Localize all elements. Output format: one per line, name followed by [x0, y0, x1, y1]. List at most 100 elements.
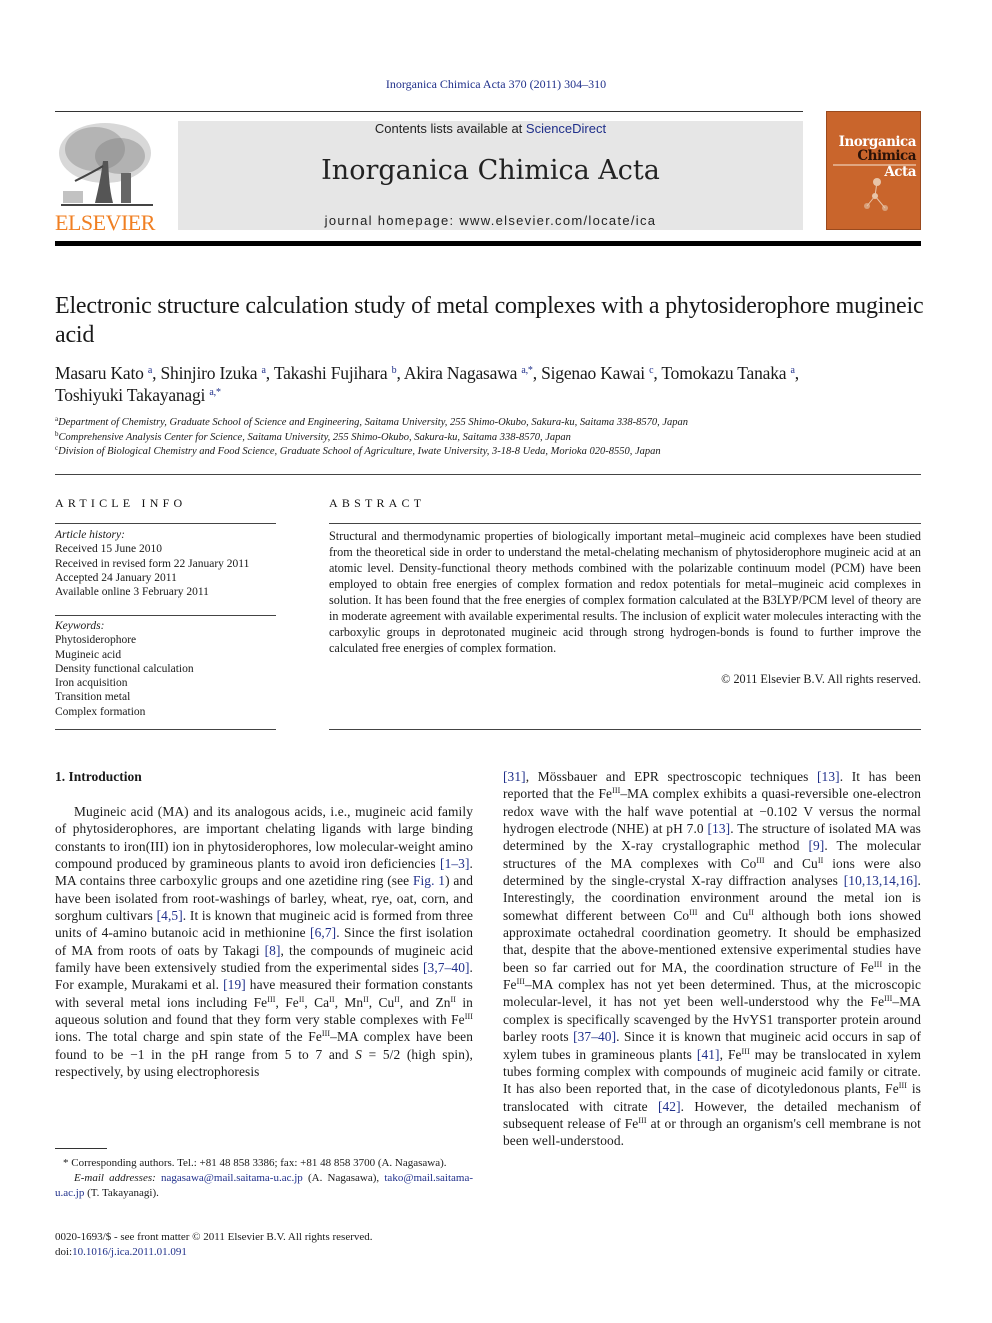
footnotes: * Corresponding authors. Tel.: +81 48 85… [55, 1156, 473, 1201]
oxidation-state-superscript: II [394, 994, 400, 1004]
reference-link[interactable]: [42] [658, 1099, 681, 1114]
keywords-label: Keywords: [55, 620, 105, 632]
italic-symbol: S [355, 1046, 362, 1062]
header-rule [55, 111, 803, 112]
doi-line: doi:10.1016/j.ica.2011.01.091 [55, 1246, 187, 1258]
journal-banner: Contents lists available at ScienceDirec… [178, 121, 803, 230]
journal-homepage[interactable]: journal homepage: www.elsevier.com/locat… [178, 213, 803, 228]
reference-link[interactable]: [8] [265, 943, 281, 958]
author[interactable]: Akira Nagasawa a,* [404, 363, 533, 383]
reference-link[interactable]: [13] [817, 769, 840, 784]
cover-subtitle-bar [833, 164, 916, 166]
keyword: Density functional calculation [55, 662, 194, 675]
keyword: Transition metal [55, 691, 131, 704]
oxidation-state-superscript: II [298, 994, 305, 1004]
oxidation-state-superscript: II [748, 907, 754, 917]
reference-link[interactable]: [37–40] [573, 1029, 616, 1044]
affiliations: aDepartment of Chemistry, Graduate Schoo… [55, 416, 935, 460]
body-column-left: Mugineic acid (MA) and its analogous aci… [55, 803, 473, 1081]
journal-name: Inorganica Chimica Acta [321, 155, 660, 186]
author[interactable]: Shinjiro Izuka a [160, 363, 265, 383]
oxidation-state-superscript: III [321, 1029, 331, 1039]
history-item: Accepted 24 January 2011 [55, 571, 177, 584]
author[interactable]: Tomokazu Tanaka a [661, 363, 795, 383]
reference-link[interactable]: [19] [223, 977, 246, 992]
history-item: Received 15 June 2010 [55, 543, 162, 556]
oxidation-state-superscript: III [464, 1012, 473, 1022]
front-matter: 0020-1693/$ - see front matter © 2011 El… [55, 1230, 473, 1260]
oxidation-state-superscript: III [756, 855, 765, 865]
journal-cover-image: Inorganica Chimica Acta [826, 111, 921, 230]
header-thick-rule [55, 241, 921, 246]
divider [55, 729, 276, 730]
author[interactable]: Masaru Kato a [55, 363, 152, 383]
author-list: Masaru Kato a, Shinjiro Izuka a, Takashi… [55, 363, 799, 405]
keyword: Mugineic acid [55, 648, 122, 661]
author[interactable]: Takashi Fujihara b [274, 363, 397, 383]
oxidation-state-superscript: III [638, 1115, 647, 1125]
article-title: Electronic structure calculation study o… [55, 293, 924, 348]
issn-line: 0020-1693/$ - see front matter © 2011 El… [55, 1231, 373, 1243]
author[interactable]: Sigenao Kawai c [541, 363, 653, 383]
oxidation-state-superscript: III [267, 994, 276, 1004]
intro-paragraph: Mugineic acid (MA) and its analogous aci… [55, 804, 473, 1080]
oxidation-state-superscript: III [612, 786, 621, 796]
divider [329, 729, 921, 730]
article-history: Article history: Received 15 June 2010 R… [55, 528, 280, 599]
footnote-rule [55, 1148, 107, 1149]
author[interactable]: Toshiyuki Takayanagi a,* [55, 385, 221, 405]
affiliation: bComprehensive Analysis Center for Scien… [55, 429, 571, 443]
doi-link[interactable]: 10.1016/j.ica.2011.01.091 [72, 1246, 187, 1258]
oxidation-state-superscript: II [329, 994, 335, 1004]
reference-link[interactable]: [3,7–40] [423, 960, 470, 975]
section-heading-introduction: 1. Introduction [55, 769, 142, 784]
divider [329, 523, 921, 524]
body-column-right: [31], Mössbauer and EPR spectroscopic te… [503, 768, 921, 1150]
elsevier-logo-text: ELSEVIER [55, 210, 155, 235]
reference-link[interactable]: [13] [708, 821, 731, 836]
oxidation-state-superscript: II [817, 855, 824, 865]
oxidation-state-superscript: II [363, 994, 369, 1004]
reference-link[interactable]: Fig. 1 [413, 873, 445, 888]
journal-citation[interactable]: Inorganica Chimica Acta 370 (2011) 304–3… [0, 77, 992, 92]
keywords: Keywords: Phytosiderophore Mugineic acid… [55, 619, 280, 719]
reference-link[interactable]: [31] [503, 769, 526, 784]
intro-paragraph-continued: [31], Mössbauer and EPR spectroscopic te… [503, 769, 922, 1149]
history-label: Article history: [55, 529, 125, 541]
email-note: E-mail addresses: nagasawa@mail.saitama-… [55, 1172, 474, 1199]
divider [55, 615, 276, 616]
history-item: Available online 3 February 2011 [55, 586, 209, 599]
oxidation-state-superscript: III [873, 959, 883, 969]
reference-link[interactable]: [4,5] [157, 908, 183, 923]
oxidation-state-superscript: III [516, 977, 525, 987]
keyword: Iron acquisition [55, 677, 128, 690]
abstract-text: Structural and thermodynamic properties … [329, 529, 921, 655]
oxidation-state-superscript: II [450, 994, 457, 1004]
history-item: Received in revised form 22 January 2011 [55, 557, 250, 570]
email-link[interactable]: nagasawa@mail.saitama-u.ac.jp [161, 1172, 303, 1184]
contents-line: Contents lists available at ScienceDirec… [178, 121, 803, 136]
reference-link[interactable]: [1–3] [440, 856, 470, 871]
divider [55, 523, 276, 524]
reference-link[interactable]: [10,13,14,16] [844, 873, 918, 888]
affiliation: aDepartment of Chemistry, Graduate Schoo… [55, 415, 689, 429]
sciencedirect-link[interactable]: ScienceDirect [526, 121, 606, 136]
affiliation-rule [55, 474, 921, 475]
reference-link[interactable]: [9] [808, 838, 824, 853]
corresponding-author-note: * Corresponding authors. Tel.: +81 48 85… [63, 1157, 447, 1169]
oxidation-state-superscript: III [898, 1081, 908, 1091]
contents-prefix: Contents lists available at [374, 121, 526, 136]
email-label: E-mail addresses: [74, 1172, 156, 1184]
oxidation-state-superscript: III [689, 907, 698, 917]
article-info-heading: ARTICLE INFO [55, 496, 187, 510]
keyword: Phytosiderophore [55, 634, 137, 647]
abstract-copyright: © 2011 Elsevier B.V. All rights reserved… [721, 672, 921, 686]
affiliation: cDivision of Biological Chemistry and Fo… [55, 444, 661, 458]
oxidation-state-superscript: III [741, 1046, 750, 1056]
abstract-heading: ABSTRACT [329, 496, 426, 510]
reference-link[interactable]: [41] [697, 1047, 720, 1062]
reference-link[interactable]: [6,7] [310, 925, 336, 940]
keyword: Complex formation [55, 705, 146, 718]
cover-molecule-icon [864, 178, 888, 211]
cover-title-chimica: Chimica [857, 148, 916, 164]
